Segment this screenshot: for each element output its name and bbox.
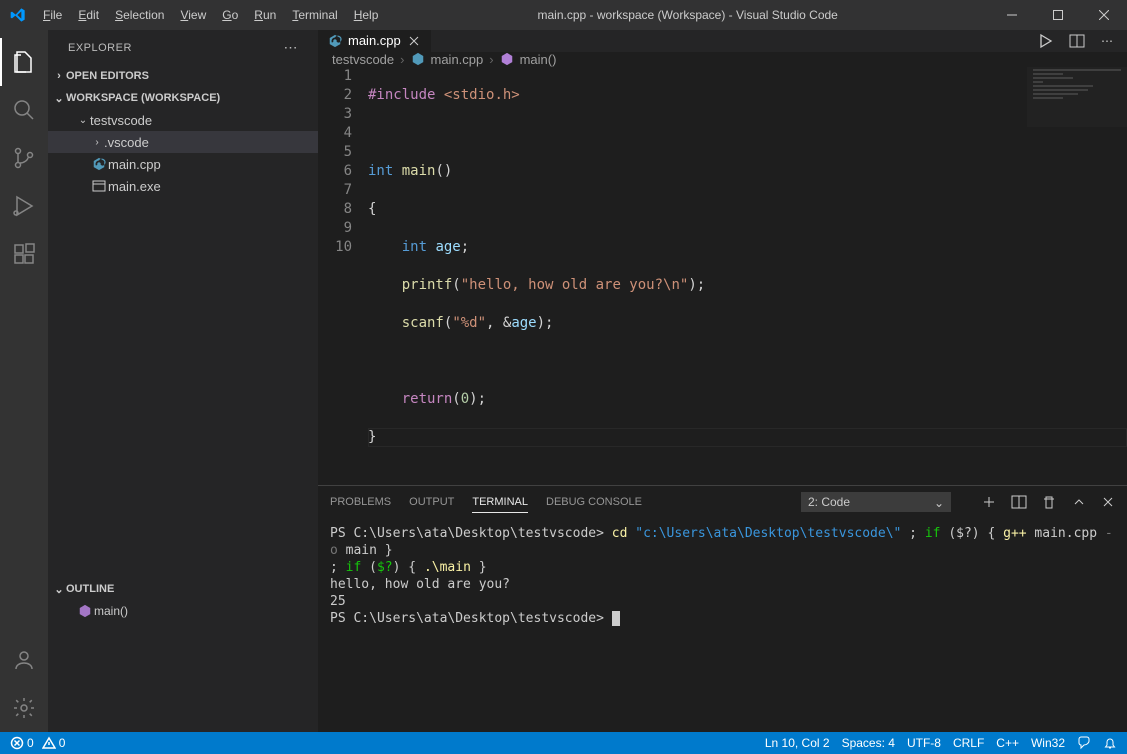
- new-terminal-icon[interactable]: [981, 494, 997, 510]
- status-errors[interactable]: 0: [10, 736, 34, 750]
- activity-run-icon[interactable]: [0, 182, 48, 230]
- menu-edit[interactable]: Edit: [70, 0, 107, 30]
- minimize-button[interactable]: [989, 0, 1035, 30]
- status-eol[interactable]: CRLF: [953, 736, 984, 750]
- tab-close-icon[interactable]: [407, 34, 421, 48]
- terminal-select[interactable]: 2: Code ⌄: [801, 492, 951, 512]
- chevron-right-icon: ›: [52, 70, 66, 82]
- cpp-file-icon: [90, 157, 108, 171]
- cpp-file-icon: [411, 52, 425, 66]
- editor-group: main.cpp ⋯ testvscode › main.cpp › main(…: [318, 30, 1127, 732]
- exe-file-icon: [90, 179, 108, 193]
- panel-tabs: PROBLEMS OUTPUT TERMINAL DEBUG CONSOLE 2…: [318, 486, 1127, 519]
- workspace-section[interactable]: ⌄ WORKSPACE (WORKSPACE): [48, 87, 318, 109]
- menu-bar: File Edit Selection View Go Run Terminal…: [35, 0, 386, 30]
- activity-extensions-icon[interactable]: [0, 230, 48, 278]
- bottom-panel: PROBLEMS OUTPUT TERMINAL DEBUG CONSOLE 2…: [318, 485, 1127, 732]
- editor-tabs: main.cpp ⋯: [318, 30, 1127, 52]
- panel-tab-output[interactable]: OUTPUT: [409, 492, 454, 512]
- chevron-right-icon: ›: [489, 52, 493, 67]
- status-indentation[interactable]: Spaces: 4: [842, 736, 895, 750]
- status-cursor-position[interactable]: Ln 10, Col 2: [765, 736, 830, 750]
- explorer-more-icon[interactable]: ⋯: [284, 39, 299, 56]
- chevron-down-icon: ⌄: [76, 115, 90, 126]
- split-terminal-icon[interactable]: [1011, 494, 1027, 510]
- activity-search-icon[interactable]: [0, 86, 48, 134]
- split-editor-icon[interactable]: [1069, 33, 1085, 49]
- chevron-down-icon: ⌄: [52, 583, 66, 596]
- chevron-down-icon: ⌄: [934, 496, 944, 510]
- activity-scm-icon[interactable]: [0, 134, 48, 182]
- menu-terminal[interactable]: Terminal: [284, 0, 345, 30]
- chevron-right-icon: ›: [90, 137, 104, 148]
- menu-run[interactable]: Run: [246, 0, 284, 30]
- editor-actions: ⋯: [1037, 30, 1127, 52]
- status-win32[interactable]: Win32: [1031, 736, 1065, 750]
- panel-tab-debug[interactable]: DEBUG CONSOLE: [546, 492, 642, 512]
- symbol-function-icon: [76, 604, 94, 618]
- activity-explorer-icon[interactable]: [0, 38, 48, 86]
- menu-selection[interactable]: Selection: [107, 0, 172, 30]
- terminal-cursor: [612, 611, 620, 626]
- code-editor[interactable]: 12345678910 #include <stdio.h> int main(…: [318, 67, 1127, 485]
- titlebar: File Edit Selection View Go Run Terminal…: [0, 0, 1127, 30]
- outline-section[interactable]: ⌄ OUTLINE: [48, 578, 318, 600]
- tree-folder-root[interactable]: ⌄ testvscode: [48, 109, 318, 131]
- tree-folder-vscode[interactable]: › .vscode: [48, 131, 318, 153]
- panel-maximize-icon[interactable]: [1071, 494, 1087, 510]
- tab-main-cpp[interactable]: main.cpp: [318, 30, 431, 52]
- chevron-right-icon: ›: [400, 52, 404, 67]
- panel-tab-terminal[interactable]: TERMINAL: [472, 492, 528, 513]
- chevron-down-icon: ⌄: [52, 92, 66, 105]
- status-language[interactable]: C++: [996, 736, 1019, 750]
- status-encoding[interactable]: UTF-8: [907, 736, 941, 750]
- line-numbers: 12345678910: [318, 67, 368, 485]
- menu-file[interactable]: File: [35, 0, 70, 30]
- menu-go[interactable]: Go: [214, 0, 246, 30]
- file-tree: ⌄ testvscode › .vscode main.cpp main.exe: [48, 109, 318, 197]
- outline-item-main[interactable]: main(): [48, 600, 318, 622]
- panel-close-icon[interactable]: [1101, 495, 1115, 509]
- maximize-button[interactable]: [1035, 0, 1081, 30]
- breadcrumbs[interactable]: testvscode › main.cpp › main(): [318, 52, 1127, 67]
- status-bar: 0 0 Ln 10, Col 2 Spaces: 4 UTF-8 CRLF C+…: [0, 732, 1127, 754]
- symbol-function-icon: [500, 52, 514, 66]
- menu-help[interactable]: Help: [346, 0, 387, 30]
- activity-bar: [0, 30, 48, 732]
- activity-settings-icon[interactable]: [0, 684, 48, 732]
- window-controls: [989, 0, 1127, 30]
- cpp-file-icon: [328, 34, 342, 48]
- tree-file-main-exe[interactable]: main.exe: [48, 175, 318, 197]
- status-warnings[interactable]: 0: [42, 736, 66, 750]
- vscode-logo-icon: [0, 7, 35, 23]
- activity-accounts-icon[interactable]: [0, 636, 48, 684]
- code-content[interactable]: #include <stdio.h> int main() { int age;…: [368, 67, 1127, 485]
- close-button[interactable]: [1081, 0, 1127, 30]
- editor-more-icon[interactable]: ⋯: [1101, 34, 1113, 48]
- status-bell-icon[interactable]: [1103, 736, 1117, 750]
- window-title: main.cpp - workspace (Workspace) - Visua…: [386, 8, 989, 22]
- terminal-content[interactable]: PS C:\Users\ata\Desktop\testvscode> cd "…: [318, 519, 1127, 732]
- menu-view[interactable]: View: [172, 0, 214, 30]
- panel-tab-problems[interactable]: PROBLEMS: [330, 492, 391, 512]
- kill-terminal-icon[interactable]: [1041, 494, 1057, 510]
- run-icon[interactable]: [1037, 33, 1053, 49]
- status-feedback-icon[interactable]: [1077, 736, 1091, 750]
- sidebar-explorer: EXPLORER ⋯ › OPEN EDITORS ⌄ WORKSPACE (W…: [48, 30, 318, 732]
- explorer-title: EXPLORER ⋯: [48, 30, 318, 65]
- tree-file-main-cpp[interactable]: main.cpp: [48, 153, 318, 175]
- minimap[interactable]: [1027, 67, 1127, 127]
- open-editors-section[interactable]: › OPEN EDITORS: [48, 65, 318, 87]
